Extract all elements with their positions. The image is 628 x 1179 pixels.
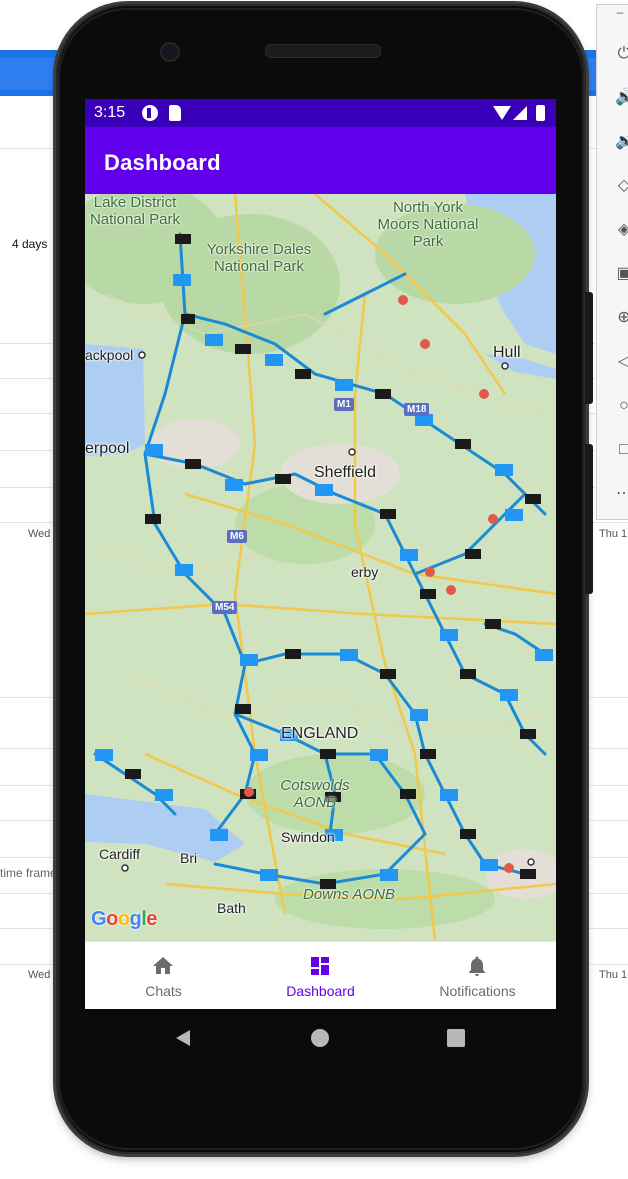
map-label-downs: Downs AONB bbox=[303, 886, 395, 903]
phone-volume-button[interactable] bbox=[585, 292, 593, 404]
app-bar: Dashboard bbox=[85, 127, 556, 194]
map-city-cardiff: Cardiff bbox=[99, 846, 140, 862]
notification-app-icon bbox=[142, 105, 158, 121]
home-circle-icon[interactable]: ○ bbox=[615, 397, 628, 415]
x-axis-end-label: Thu 1 bbox=[599, 528, 628, 540]
map-city-derby: erby bbox=[351, 564, 379, 580]
system-recents-icon[interactable] bbox=[446, 1028, 466, 1048]
road-badge-m18: M18 bbox=[404, 403, 430, 416]
volume-down-icon[interactable]: 🔉 bbox=[615, 133, 628, 151]
wifi-icon bbox=[493, 106, 511, 120]
cell-signal-icon bbox=[513, 106, 527, 120]
sd-card-icon bbox=[169, 105, 181, 121]
dashboard-icon bbox=[311, 957, 329, 975]
map-city-swindon: Swindon bbox=[281, 829, 335, 845]
map-city-liverpool: erpool bbox=[85, 440, 130, 457]
road-badge-m1: M1 bbox=[334, 398, 354, 411]
page-title: Dashboard bbox=[104, 150, 221, 175]
map-label-cotswolds: Cotswolds AONB bbox=[280, 777, 350, 811]
emulator-toolbar: – ⏻ 🔊 🔉 ◇ ◈ ▣ ⊕ ◁ ○ □ ⋯ bbox=[596, 4, 628, 520]
home-icon bbox=[153, 957, 173, 974]
status-time: 3:15 bbox=[94, 104, 126, 121]
x-axis-end-label-2: Thu 1 bbox=[599, 969, 628, 981]
nav-item-chats[interactable]: Chats bbox=[85, 942, 242, 1009]
minimize-icon[interactable]: – bbox=[611, 3, 628, 21]
map-label-yorkshire-dales: Yorkshire Dales National Park bbox=[206, 241, 312, 275]
nav-label-chats: Chats bbox=[145, 983, 182, 999]
phone-power-button[interactable] bbox=[585, 444, 593, 594]
system-navigation-bar bbox=[85, 1010, 556, 1066]
map-city-hull: Hull bbox=[493, 344, 521, 361]
road-badge-m6: M6 bbox=[227, 530, 247, 543]
time-frame-label: time frame bbox=[0, 866, 57, 880]
rotate-right-icon[interactable]: ◈ bbox=[615, 221, 628, 239]
rotate-left-icon[interactable]: ◇ bbox=[615, 177, 628, 195]
system-back-icon[interactable] bbox=[173, 1028, 193, 1048]
camera-icon[interactable]: ▣ bbox=[615, 265, 628, 283]
nav-item-dashboard[interactable]: Dashboard bbox=[242, 942, 399, 1009]
overview-icon[interactable]: □ bbox=[615, 441, 628, 459]
road-badge-m54: M54 bbox=[212, 601, 238, 614]
map-label-lake-district: Lake District National Park bbox=[89, 194, 181, 228]
map-city-sheffield: Sheffield bbox=[314, 464, 376, 481]
google-attribution-logo: Google bbox=[91, 908, 157, 930]
bell-icon bbox=[469, 956, 485, 976]
earpiece-speaker bbox=[265, 44, 381, 58]
map-city-bath: Bath bbox=[217, 900, 246, 916]
nav-label-dashboard: Dashboard bbox=[286, 983, 355, 999]
nav-item-notifications[interactable]: Notifications bbox=[399, 942, 556, 1009]
status-bar: 3:15 bbox=[85, 99, 556, 127]
days-label: 4 days bbox=[12, 237, 48, 251]
x-axis-start-label-2: Wed bbox=[28, 969, 51, 981]
map-city-blackpool: ackpool bbox=[85, 347, 134, 363]
system-home-icon[interactable] bbox=[310, 1028, 330, 1048]
power-icon[interactable]: ⏻ bbox=[615, 45, 628, 63]
back-icon[interactable]: ◁ bbox=[615, 353, 628, 371]
volume-up-icon[interactable]: 🔊 bbox=[615, 89, 628, 107]
x-axis-start-label: Wed bbox=[28, 528, 51, 540]
map-view[interactable]: Lake District National Park North York M… bbox=[85, 194, 556, 941]
phone-screen: 3:15 Dashboard Lake District National Pa… bbox=[85, 99, 556, 1009]
front-camera bbox=[160, 42, 180, 62]
map-label-england: ENGLAND bbox=[281, 725, 359, 742]
battery-icon bbox=[536, 105, 545, 121]
more-icon[interactable]: ⋯ bbox=[615, 485, 628, 503]
map-city-bristol: Bri bbox=[180, 850, 198, 866]
bottom-navigation: Chats Dashboard Notifications bbox=[85, 941, 556, 1009]
map-label-north-york-moors: North York Moors National Park bbox=[377, 199, 479, 250]
nav-label-notifications: Notifications bbox=[439, 983, 516, 999]
zoom-icon[interactable]: ⊕ bbox=[615, 309, 628, 327]
